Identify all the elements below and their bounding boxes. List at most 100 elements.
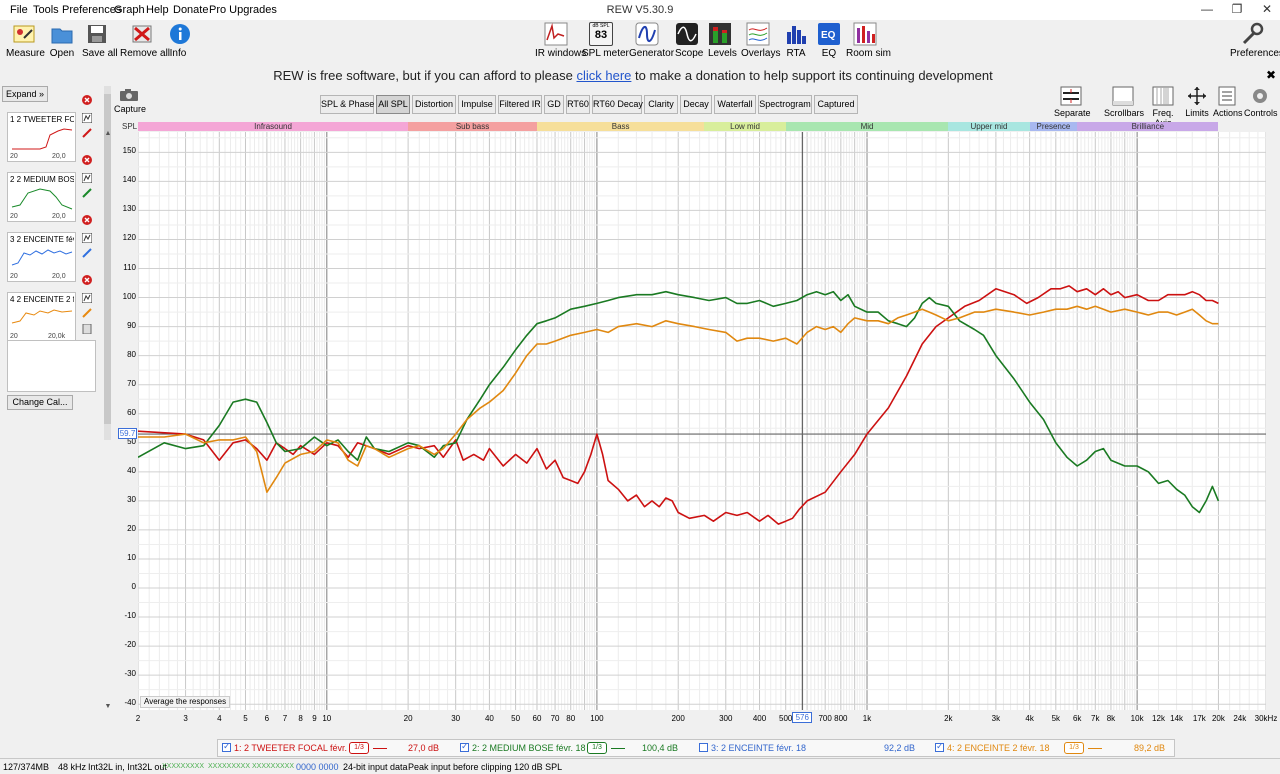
measurement-card-1[interactable]: 1 2 TWEETER FOCAL 20 20,0 — [7, 112, 76, 162]
legend-bar: 1: 2 TWEETER FOCAL févr. 18 1/3 27,0 dB … — [217, 739, 1175, 757]
tab-gd[interactable]: GD — [544, 95, 564, 114]
band-mid: Mid — [785, 122, 949, 131]
graph-settings-2-icon[interactable] — [81, 172, 93, 184]
x-cursor-label[interactable]: 576 — [792, 712, 813, 723]
vertical-scrollbar[interactable]: ▲ ▼ — [104, 130, 112, 710]
limits-button[interactable]: Limits — [1184, 86, 1210, 118]
eq-icon: EQ — [817, 22, 841, 46]
remove-all-button[interactable]: Remove all — [120, 22, 170, 59]
tab-distortion[interactable]: Distortion — [412, 95, 456, 114]
spl-meter-button[interactable]: dB SPL 83 SPL meter — [582, 22, 629, 59]
band-bass: Bass — [536, 122, 705, 131]
close-window-button[interactable]: ✕ — [1252, 2, 1280, 18]
legend-swatch-2 — [611, 748, 625, 749]
smoothing-1[interactable]: 1/3 — [349, 742, 369, 754]
legend-checkbox-3[interactable] — [699, 743, 708, 752]
tab-spl-phase[interactable]: SPL & Phase — [320, 95, 374, 114]
status-bar: 127/374MB 48 kHz Int32L in, Int32L out X… — [0, 758, 1280, 774]
line-style-2-icon[interactable] — [82, 188, 92, 198]
maximize-button[interactable]: ❐ — [1222, 2, 1252, 18]
actions-button[interactable]: Actions — [1213, 86, 1243, 118]
expand-button[interactable]: Expand » — [2, 86, 48, 102]
input-meter-2: XXXXXXXXX — [208, 763, 251, 770]
graph-settings-4-icon[interactable] — [81, 292, 93, 304]
legend-item-2[interactable]: 2: 2 MEDIUM BOSE févr. 18 — [460, 741, 586, 753]
memory-status: 127/374MB — [3, 762, 50, 772]
x-tick-label: 20 — [403, 714, 413, 723]
delete-measurement-1-icon[interactable] — [82, 95, 92, 105]
line-style-1-icon[interactable] — [82, 128, 92, 138]
donation-banner: REW is free software, but if you can aff… — [273, 68, 993, 83]
graph-settings-1-icon[interactable] — [81, 112, 93, 124]
smoothing-2[interactable]: 1/3 — [587, 742, 607, 754]
average-responses-button[interactable]: Average the responses — [140, 696, 231, 708]
input-meter-3: XXXXXXXXX — [252, 763, 295, 770]
notes-4-icon[interactable] — [82, 323, 92, 335]
measurement-card-3[interactable]: 3 2 ENCEINTE févr. 20 20,0 — [7, 232, 76, 282]
legend-item-1[interactable]: 1: 2 TWEETER FOCAL févr. 18 — [222, 741, 360, 753]
ir-windows-icon — [544, 22, 568, 46]
room-sim-button[interactable]: Room sim — [846, 22, 891, 59]
legend-checkbox-2[interactable] — [460, 741, 469, 752]
line-style-4-icon[interactable] — [82, 308, 92, 318]
limits-icon — [1186, 86, 1208, 106]
delete-measurement-4-icon[interactable] — [82, 275, 92, 285]
rta-button[interactable]: RTA — [784, 22, 808, 59]
delete-measurement-2-icon[interactable] — [82, 155, 92, 165]
tab-clarity[interactable]: Clarity — [644, 95, 678, 114]
legend-checkbox-1[interactable] — [222, 741, 231, 752]
donation-link[interactable]: click here — [576, 68, 631, 83]
tab-spectrogram[interactable]: Spectrogram — [758, 95, 812, 114]
tab-captured[interactable]: Captured — [814, 95, 858, 114]
preferences-button[interactable]: Preferences — [1230, 22, 1280, 59]
legend-item-4[interactable]: 4: 2 ENCEINTE 2 févr. 18 — [935, 741, 1050, 753]
measurement-card-2[interactable]: 2 2 MEDIUM BOSE 20 20,0 — [7, 172, 76, 222]
ir-windows-button[interactable]: IR windows — [535, 22, 586, 59]
change-cal-button[interactable]: Change Cal... — [7, 395, 73, 410]
band-low-mid: Low mid — [704, 122, 786, 131]
tab-filtered-ir[interactable]: Filtered IR — [498, 95, 542, 114]
open-button[interactable]: Open — [48, 22, 76, 59]
legend-swatch-1 — [373, 748, 387, 749]
rta-icon — [784, 22, 808, 46]
generator-icon — [635, 22, 659, 46]
save-all-button[interactable]: Save all — [82, 22, 118, 59]
controls-button[interactable]: Controls — [1244, 86, 1278, 118]
tab-rt60[interactable]: RT60 — [566, 95, 590, 114]
scrollbars-icon — [1112, 86, 1134, 106]
levels-button[interactable]: Levels — [708, 22, 737, 59]
info-icon — [168, 22, 192, 46]
x-tick-label: 30kHz — [1254, 714, 1278, 723]
smoothing-4[interactable]: 1/3 — [1064, 742, 1084, 754]
tab-rt60-decay[interactable]: RT60 Decay — [592, 95, 643, 114]
x-tick-label: 2 — [135, 714, 141, 723]
legend-item-3[interactable]: 3: 2 ENCEINTE févr. 18 — [699, 743, 806, 753]
freq-axis-icon — [1152, 86, 1174, 106]
separate-button[interactable]: Separate — [1054, 86, 1091, 118]
remove-icon — [130, 22, 154, 46]
tab-impulse[interactable]: Impulse — [458, 95, 496, 114]
scope-button[interactable]: Scope — [675, 22, 703, 59]
measurement-panel: Expand » 1 2 TWEETER FOCAL 20 20,0 2 2 M… — [0, 84, 112, 748]
info-button[interactable]: Info — [168, 22, 190, 59]
sample-rate: 48 kHz — [58, 762, 87, 772]
graph-settings-3-icon[interactable] — [81, 232, 93, 244]
minimize-button[interactable]: — — [1192, 2, 1222, 18]
line-style-3-icon[interactable] — [82, 248, 92, 258]
legend-checkbox-4[interactable] — [935, 741, 944, 752]
y-cursor-label[interactable]: 59.7 — [118, 428, 137, 440]
scrollbars-button[interactable]: Scrollbars — [1104, 86, 1144, 118]
measure-button[interactable]: Measure — [6, 22, 45, 59]
delete-measurement-3-icon[interactable] — [82, 215, 92, 225]
eq-button[interactable]: EQ EQ — [817, 22, 841, 59]
measurement-card-4[interactable]: 4 2 ENCEINTE 2 fév 20 20,0k — [7, 292, 76, 342]
tab-decay[interactable]: Decay — [680, 95, 712, 114]
close-banner-icon[interactable]: ✖ — [1266, 68, 1276, 82]
generator-button[interactable]: Generator — [629, 22, 674, 59]
overlays-button[interactable]: Overlays — [741, 22, 780, 59]
legend-value-2: 100,4 dB — [642, 743, 679, 753]
tab-waterfall[interactable]: Waterfall — [714, 95, 756, 114]
tab-all-spl[interactable]: All SPL — [376, 95, 410, 114]
capture-button[interactable]: Capture — [114, 88, 146, 114]
plot-area[interactable]: Average the responses — [137, 132, 1267, 710]
